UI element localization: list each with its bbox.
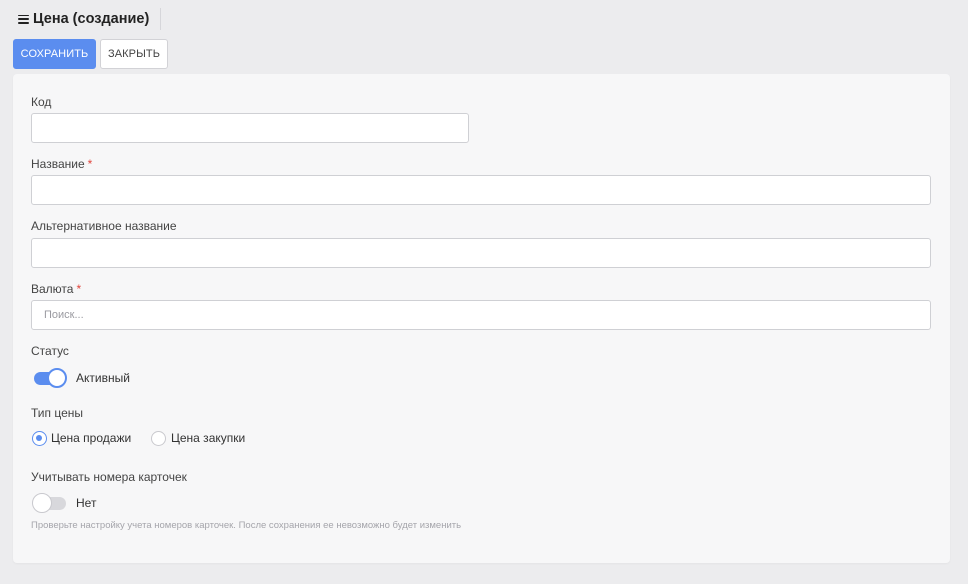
price-type-radio-purchase-label[interactable]: Цена закупки xyxy=(171,431,245,445)
currency-search-placeholder: Поиск... xyxy=(44,309,84,321)
name-label-text: Название xyxy=(31,157,85,171)
status-toggle-label: Активный xyxy=(76,371,130,385)
price-type-label-text: Тип цены xyxy=(31,406,84,420)
currency-label-text: Валюта xyxy=(31,282,74,296)
status-toggle-knob xyxy=(47,368,67,388)
card-numbers-toggle-knob xyxy=(32,493,52,513)
close-button[interactable]: ЗАКРЫТЬ xyxy=(100,39,168,69)
currency-search-input[interactable]: Поиск... xyxy=(31,300,931,330)
title-area: Цена (создание) xyxy=(18,9,149,29)
code-label-text: Код xyxy=(31,95,52,109)
alt-name-input[interactable] xyxy=(31,238,931,268)
code-input[interactable] xyxy=(31,113,469,143)
price-type-radio-purchase[interactable] xyxy=(151,431,166,446)
code-label: Код xyxy=(31,95,51,109)
alt-name-label-text: Альтернативное название xyxy=(31,219,177,233)
name-input[interactable] xyxy=(31,175,931,205)
hamburger-menu-icon[interactable] xyxy=(18,14,29,24)
save-button[interactable]: СОХРАНИТЬ xyxy=(13,39,96,69)
status-label: Статус xyxy=(31,344,69,358)
currency-label: Валюта * xyxy=(31,282,81,296)
title-divider xyxy=(160,8,161,30)
toolbar: СОХРАНИТЬ ЗАКРЫТЬ xyxy=(13,39,168,69)
top-bar: Цена (создание) xyxy=(0,0,968,36)
card-numbers-hint: Проверьте настройку учета номеров карточ… xyxy=(31,520,462,531)
name-label: Название * xyxy=(31,157,92,171)
alt-name-label: Альтернативное название xyxy=(31,219,177,233)
page-title: Цена (создание) xyxy=(33,11,150,27)
card-numbers-label-text: Учитывать номера карточек xyxy=(31,470,187,484)
price-type-label: Тип цены xyxy=(31,406,83,420)
status-label-text: Статус xyxy=(31,344,69,358)
status-toggle[interactable] xyxy=(32,368,67,388)
card-numbers-toggle-label: Нет xyxy=(76,496,97,510)
price-type-radio-sale-label[interactable]: Цена продажи xyxy=(51,431,131,445)
form-card: Код Название * Альтернативное название Ва… xyxy=(13,74,950,563)
required-mark: * xyxy=(87,157,93,171)
card-numbers-toggle[interactable] xyxy=(32,493,67,513)
price-type-radio-sale[interactable] xyxy=(32,431,47,446)
card-numbers-label: Учитывать номера карточек xyxy=(31,470,187,484)
required-mark: * xyxy=(76,282,82,296)
